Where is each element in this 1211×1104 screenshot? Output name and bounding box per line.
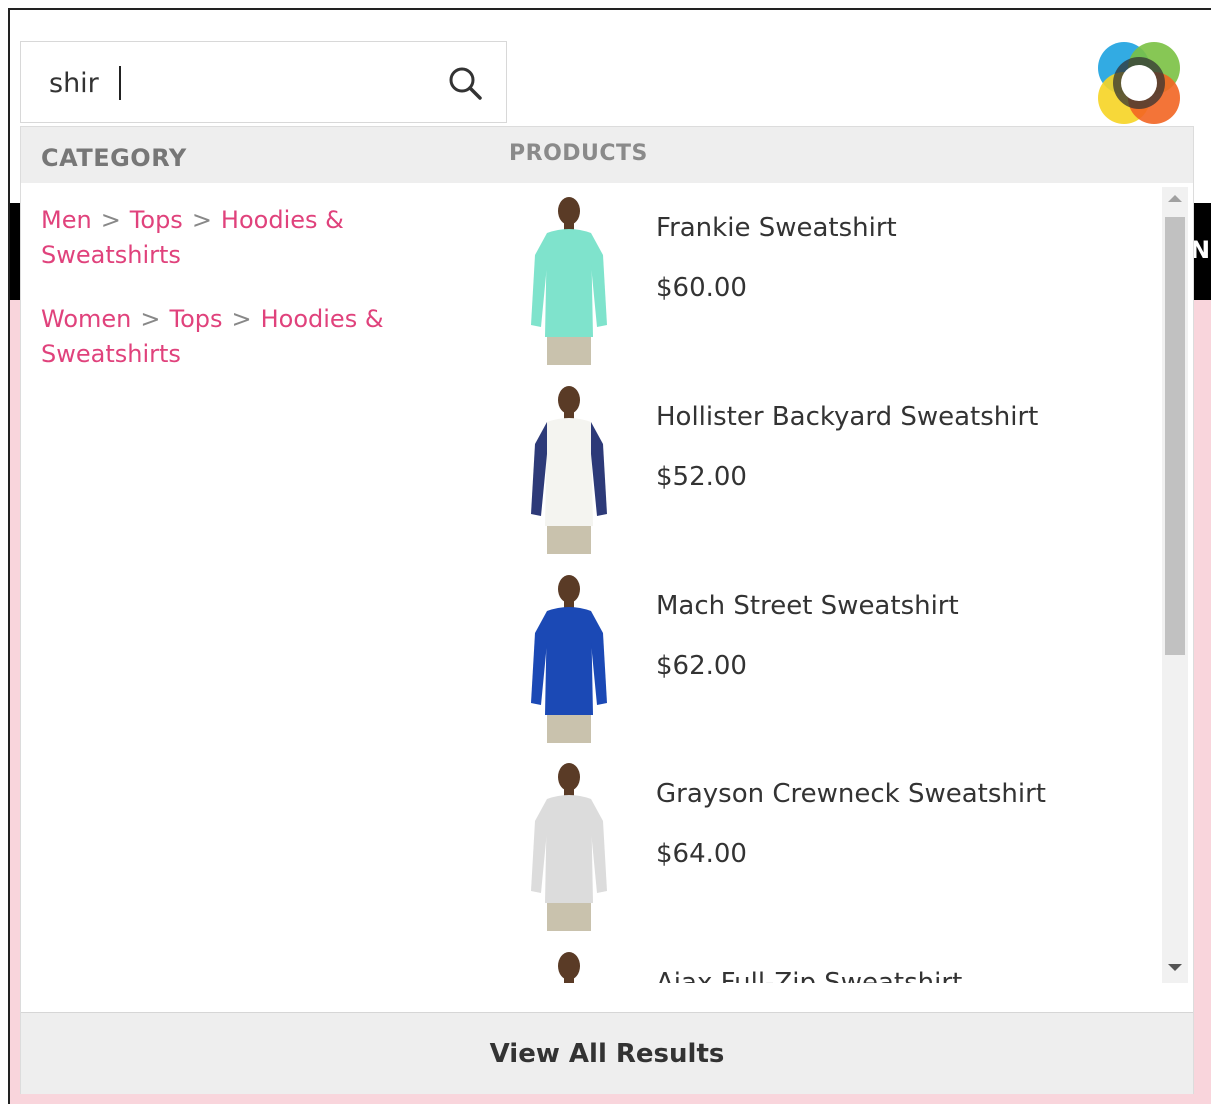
product-price: $64.00 (656, 839, 747, 869)
search-input[interactable] (49, 64, 429, 102)
product-thumbnail (531, 763, 607, 931)
category-link-men[interactable]: Men (41, 206, 92, 234)
product-price: $62.00 (656, 651, 747, 681)
category-list: Men > Tops > Hoodies & Sweatshirts Women > Top… (41, 203, 461, 401)
category-item: Women > Tops > Hoodies & Sweatshirts (41, 302, 461, 372)
breadcrumb-separator: > (100, 206, 121, 234)
product-price: $52.00 (656, 462, 747, 492)
text-caret (119, 66, 121, 100)
dropdown-header: CATEGORY PRODUCTS (21, 127, 1193, 183)
product-thumbnail (531, 197, 607, 365)
product-scrollbar[interactable] (1162, 187, 1188, 983)
product-thumbnail (558, 952, 580, 983)
category-item: Men > Tops > Hoodies & Sweatshirts (41, 203, 461, 273)
scrollbar-thumb[interactable] (1165, 217, 1185, 655)
product-name[interactable]: Ajax Full-Zip Sweatshirt (656, 968, 962, 983)
product-price: $60.00 (656, 273, 747, 303)
product-item[interactable]: Hollister Backyard Sweatshirt $52.00 (509, 372, 1159, 554)
category-link-tops[interactable]: Tops (169, 305, 222, 333)
product-item[interactable]: Mach Street Sweatshirt $62.00 (509, 561, 1159, 743)
breadcrumb-separator: > (231, 305, 252, 333)
brand-logo-icon (1098, 42, 1180, 124)
category-link-tops[interactable]: Tops (130, 206, 183, 234)
autocomplete-dropdown: CATEGORY PRODUCTS Men > Tops > Hoodies & Swe… (20, 126, 1194, 1094)
view-all-results-button[interactable]: View All Results (21, 1012, 1193, 1094)
product-item[interactable]: Grayson Crewneck Sweatshirt $64.00 (509, 749, 1159, 931)
product-name[interactable]: Grayson Crewneck Sweatshirt (656, 779, 1046, 809)
scroll-down-arrow-icon[interactable] (1168, 964, 1182, 971)
breadcrumb-separator: > (191, 206, 212, 234)
scroll-up-arrow-icon[interactable] (1168, 195, 1182, 202)
product-name[interactable]: Hollister Backyard Sweatshirt (656, 402, 1038, 432)
product-item[interactable]: Ajax Full-Zip Sweatshirt (509, 938, 1159, 983)
search-box[interactable] (20, 41, 507, 123)
search-icon[interactable] (446, 64, 484, 102)
product-name[interactable]: Frankie Sweatshirt (656, 213, 897, 243)
category-heading: CATEGORY (41, 144, 187, 172)
product-list: Frankie Sweatshirt $60.00 Hollister Back… (509, 183, 1159, 983)
breadcrumb-separator: > (140, 305, 161, 333)
product-name[interactable]: Mach Street Sweatshirt (656, 591, 959, 621)
product-thumbnail (531, 386, 607, 554)
category-link-women[interactable]: Women (41, 305, 131, 333)
product-item[interactable]: Frankie Sweatshirt $60.00 (509, 183, 1159, 365)
product-thumbnail (531, 575, 607, 743)
